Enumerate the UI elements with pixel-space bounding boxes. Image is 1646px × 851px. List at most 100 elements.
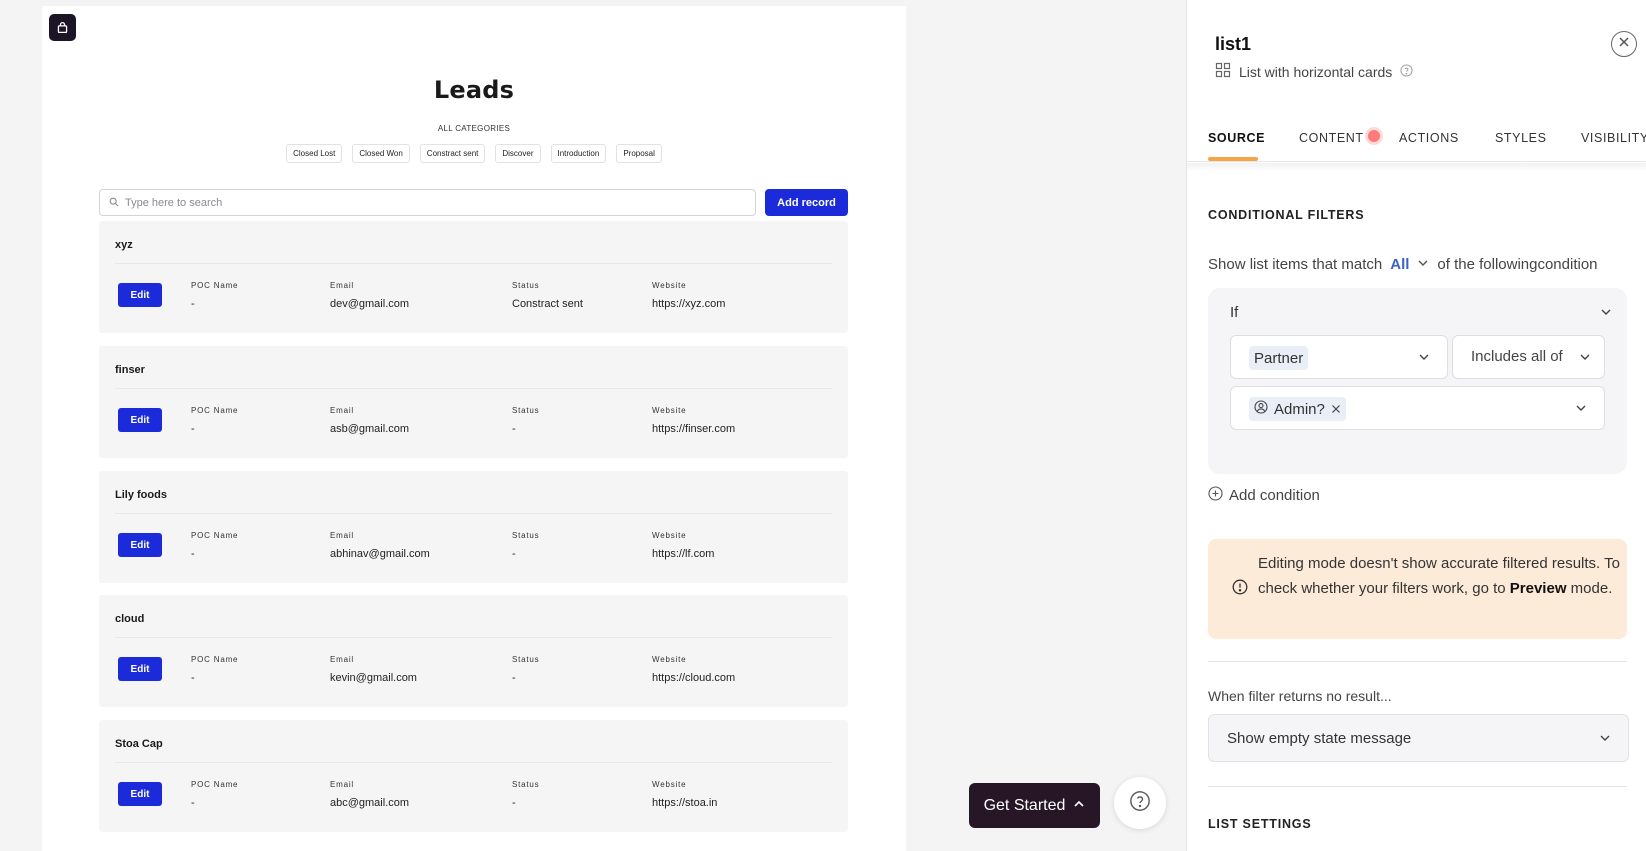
get-started-button[interactable]: Get Started (969, 783, 1100, 828)
record-name: finser (115, 364, 145, 376)
field-label: Status (512, 531, 540, 540)
chevron-down-icon[interactable] (1413, 256, 1433, 273)
help-circle-icon[interactable] (1400, 63, 1413, 80)
value-tag-label: Admin? (1274, 400, 1325, 418)
tab-actions[interactable]: ACTIONS (1399, 131, 1459, 145)
value-select[interactable]: Admin? (1230, 386, 1605, 430)
chevron-down-icon (1417, 350, 1431, 369)
category-chip[interactable]: Closed Won (352, 144, 410, 163)
category-chip[interactable]: Constract sent (419, 144, 486, 163)
list-item: Stoa Cap Edit POC Name - Email abc@gmail.c… (99, 720, 848, 832)
edit-button[interactable]: Edit (118, 782, 162, 806)
warning-line: mode. (1570, 580, 1613, 597)
search-input[interactable] (125, 196, 755, 209)
website-field: Website https://cloud.com (652, 655, 735, 684)
chevron-down-icon (1574, 401, 1588, 420)
field-label: Website (652, 531, 687, 540)
field-value: abhinav@gmail.com (330, 548, 430, 560)
tab-styles[interactable]: STYLES (1495, 131, 1547, 145)
poc-field: POC Name - (191, 281, 238, 310)
chevron-up-icon (1073, 797, 1085, 815)
field-value: https://xyz.com (652, 298, 726, 310)
field-value: abc@gmail.com (330, 797, 410, 809)
field-label: Email (330, 531, 355, 540)
edit-button[interactable]: Edit (118, 283, 162, 307)
website-field: Website https://xyz.com (652, 281, 725, 310)
field-label: POC Name (191, 531, 239, 540)
field-tag: Partner (1249, 346, 1309, 370)
divider (1187, 163, 1646, 171)
field-value: dev@gmail.com (330, 298, 410, 310)
divider (115, 263, 832, 264)
category-chip[interactable]: Proposal (616, 144, 662, 163)
field-label: Website (652, 281, 687, 290)
warning-text: Editing mode doesn't show accurate filte… (1258, 551, 1620, 601)
field-value: - (191, 672, 195, 684)
get-started-label: Get Started (983, 796, 1066, 814)
tab-source[interactable]: SOURCE (1208, 131, 1265, 145)
category-chip[interactable]: Introduction (550, 144, 607, 163)
record-name: Lily foods (115, 489, 167, 501)
record-name: cloud (115, 613, 145, 625)
categories-label: ALL CATEGORIES (437, 124, 511, 133)
category-chips: Closed Lost Closed Won Constract sent Di… (42, 144, 906, 163)
field-value: https://cloud.com (652, 672, 736, 684)
category-chip[interactable]: Closed Lost (286, 144, 343, 163)
grid-layout-icon (1215, 62, 1231, 81)
field-label: Status (512, 406, 540, 415)
divider (1208, 661, 1627, 662)
edit-button[interactable]: Edit (118, 657, 162, 681)
section-heading: CONDITIONAL FILTERS (1208, 208, 1365, 222)
field-label: Website (652, 780, 687, 789)
field-label: Email (330, 406, 355, 415)
list-item: cloud Edit POC Name - Email kevin@gmail.co… (99, 595, 848, 707)
divider (115, 637, 832, 638)
record-name: Stoa Cap (115, 738, 163, 750)
close-button[interactable] (1611, 31, 1637, 57)
tab-visibility[interactable]: VISIBILITY (1581, 131, 1646, 145)
field-value: - (512, 797, 516, 809)
no-result-value: Show empty state message (1227, 730, 1412, 747)
category-chip[interactable]: Discover (495, 144, 541, 163)
field-label: Email (330, 281, 355, 290)
field-value: asb@gmail.com (330, 423, 410, 435)
edit-button[interactable]: Edit (118, 408, 162, 432)
divider (115, 513, 832, 514)
properties-panel: list1 List with horizontal cards SOURCE … (1186, 0, 1646, 851)
add-condition-button[interactable]: Add condition (1208, 486, 1320, 505)
email-field: Email dev@gmail.com (330, 281, 409, 310)
search-field[interactable] (99, 189, 756, 216)
field-value: - (191, 298, 195, 310)
component-type: List with horizontal cards (1239, 63, 1393, 80)
operator-select[interactable]: Includes all of (1452, 335, 1605, 379)
list-item: finser Edit POC Name - Email asb@gmail.com… (99, 346, 848, 458)
search-icon (109, 194, 119, 212)
match-row: Show list items that match All of the fo… (1208, 256, 1598, 273)
no-result-label: When filter returns no result... (1208, 688, 1392, 704)
field-label: POC Name (191, 281, 239, 290)
field-label: Website (652, 406, 687, 415)
chevron-down-icon[interactable] (1599, 305, 1613, 324)
poc-field: POC Name - (191, 655, 238, 684)
field-label: Email (330, 780, 355, 789)
list-item: Lily foods Edit POC Name - Email abhinav@g… (99, 471, 848, 583)
match-dropdown[interactable]: All (1390, 256, 1409, 273)
no-result-select[interactable]: Show empty state message (1208, 714, 1629, 762)
divider (1208, 786, 1627, 787)
shopping-bag-icon[interactable] (49, 14, 76, 41)
field-label: Status (512, 780, 540, 789)
panel-tabs: SOURCE CONTENT ACTIONS STYLES VISIBILITY (1187, 118, 1646, 162)
builder-canvas: Leads ALL CATEGORIES Closed Lost Closed … (0, 0, 1186, 851)
add-record-button[interactable]: Add record (765, 189, 848, 216)
tab-content[interactable]: CONTENT (1299, 131, 1364, 145)
field-value: - (191, 423, 195, 435)
field-label: Email (330, 655, 355, 664)
help-button[interactable] (1114, 777, 1166, 829)
value-tag: Admin? (1249, 397, 1346, 421)
page-title: Leads (433, 76, 515, 104)
edit-button[interactable]: Edit (118, 533, 162, 557)
field-value: - (512, 423, 516, 435)
remove-tag-icon[interactable] (1331, 401, 1341, 418)
field-label: POC Name (191, 655, 239, 664)
field-select[interactable]: Partner (1230, 335, 1448, 379)
